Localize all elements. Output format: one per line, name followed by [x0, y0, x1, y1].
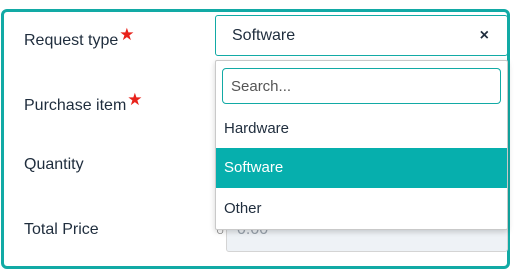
clear-icon[interactable]: × — [480, 27, 489, 45]
option-hardware[interactable]: Hardware — [216, 109, 507, 149]
request-type-label: Request type★ — [24, 25, 135, 50]
request-type-dropdown: Hardware Software Other — [215, 60, 508, 230]
total-price-label: Total Price — [24, 221, 99, 238]
dropdown-search[interactable] — [222, 68, 501, 104]
search-input[interactable] — [223, 69, 500, 103]
request-type-value: Software — [232, 27, 296, 44]
option-software[interactable]: Software — [216, 148, 507, 188]
quantity-label: Quantity — [24, 156, 84, 173]
request-type-text: Request type — [24, 32, 119, 49]
required-star-icon: ★ — [119, 25, 135, 44]
option-other[interactable]: Other — [216, 189, 507, 229]
required-star-icon: ★ — [127, 90, 143, 109]
purchase-item-text: Purchase item — [24, 97, 127, 114]
request-type-select[interactable]: Software × — [215, 15, 508, 56]
purchase-item-label: Purchase item★ — [24, 90, 143, 115]
